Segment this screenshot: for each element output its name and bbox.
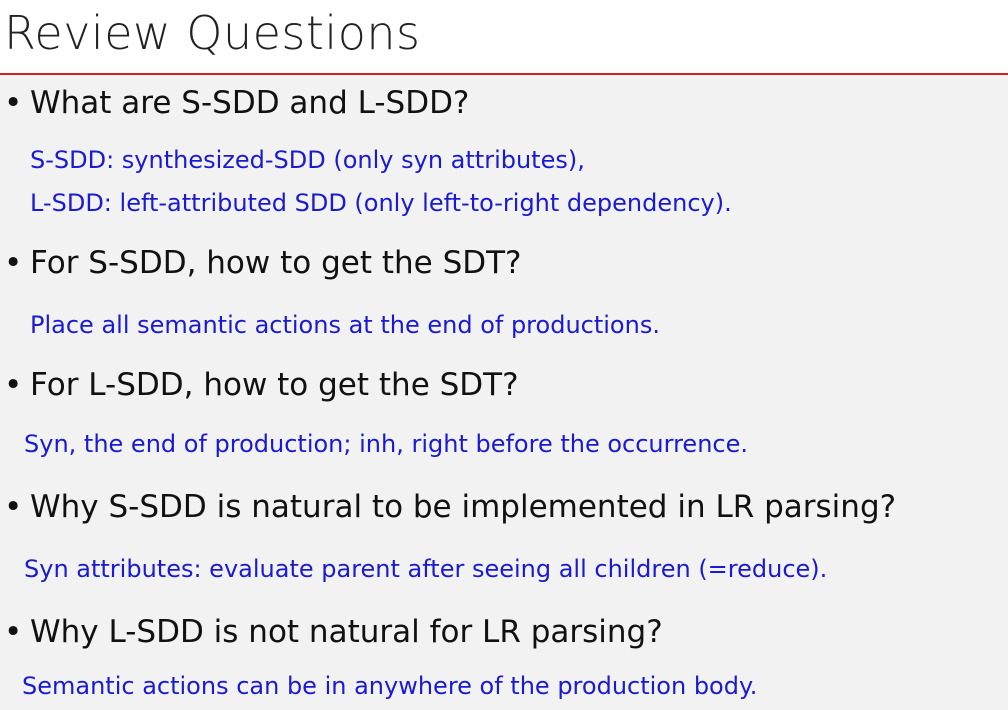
question-5: • Why L-SDD is not natural for LR parsing… [4, 612, 663, 652]
bullet: • [4, 367, 23, 403]
question-2: • For S-SDD, how to get the SDT? [4, 243, 522, 283]
question-1-text: What are S-SDD and L-SDD? [30, 85, 470, 121]
bullet: • [4, 489, 23, 525]
slide-title: Review Questions [4, 6, 421, 60]
question-3-text: For L-SDD, how to get the SDT? [30, 367, 519, 403]
answer-5-line-1: Semantic actions can be in anywhere of t… [22, 672, 758, 700]
question-2-text: For S-SDD, how to get the SDT? [30, 245, 522, 281]
bullet: • [4, 245, 23, 281]
answer-2-line-1: Place all semantic actions at the end of… [30, 311, 660, 339]
answer-4-line-1: Syn attributes: evaluate parent after se… [24, 555, 828, 583]
question-4: • Why S-SDD is natural to be implemented … [4, 487, 896, 527]
question-3: • For L-SDD, how to get the SDT? [4, 365, 519, 405]
question-5-text: Why L-SDD is not natural for LR parsing? [30, 614, 663, 650]
bullet: • [4, 85, 23, 121]
question-4-text: Why S-SDD is natural to be implemented i… [30, 489, 897, 525]
bullet: • [4, 614, 23, 650]
answer-3-line-1: Syn, the end of production; inh, right b… [24, 430, 748, 458]
slide-body: • What are S-SDD and L-SDD? S-SDD: synthe… [0, 75, 1008, 710]
answer-1-line-1: S-SDD: synthesized-SDD (only syn attribu… [30, 146, 585, 174]
answer-1-line-2: L-SDD: left-attributed SDD (only left-to… [30, 189, 732, 217]
question-1: • What are S-SDD and L-SDD? [4, 83, 469, 123]
